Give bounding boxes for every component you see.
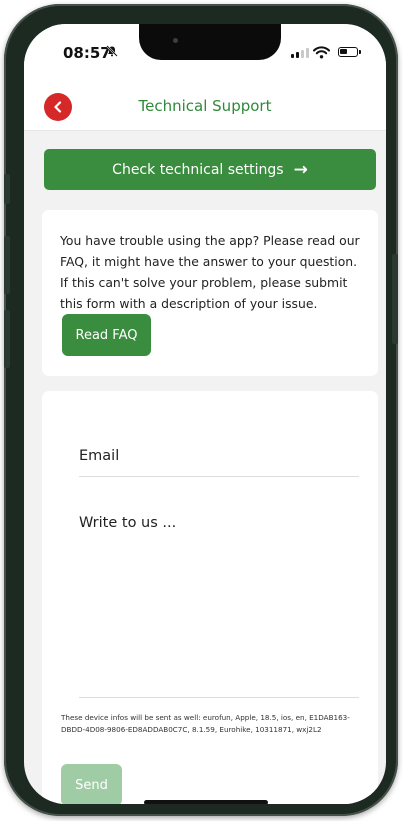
screen: 08:57 Technical Support Check technical … xyxy=(24,24,386,804)
arrow-right-icon: → xyxy=(293,159,308,180)
wifi-icon xyxy=(313,44,330,63)
home-indicator[interactable] xyxy=(144,800,268,804)
send-button[interactable]: Send xyxy=(61,764,122,804)
phone-frame: 08:57 Technical Support Check technical … xyxy=(4,4,398,816)
volume-up-button xyxy=(4,236,10,294)
signal-icon xyxy=(291,48,309,58)
volume-down-button xyxy=(4,310,10,368)
support-form: Email Write to us ... These device infos… xyxy=(42,391,378,804)
email-field[interactable]: Email xyxy=(79,442,359,477)
email-placeholder: Email xyxy=(79,448,120,464)
silent-switch xyxy=(4,174,10,204)
message-field[interactable]: Write to us ... xyxy=(79,503,359,698)
settings-button-label: Check technical settings xyxy=(112,161,284,178)
device-info-text: These device infos will be sent as well:… xyxy=(61,713,350,734)
power-button xyxy=(392,254,398,344)
battery-icon xyxy=(338,47,361,57)
app-header: Technical Support xyxy=(24,82,386,131)
read-faq-button[interactable]: Read FAQ xyxy=(62,314,151,356)
faq-card: You have trouble using the app? Please r… xyxy=(42,210,378,376)
page-title: Technical Support xyxy=(138,97,272,115)
faq-description: You have trouble using the app? Please r… xyxy=(60,233,360,311)
notch xyxy=(139,24,281,60)
bell-slash-icon xyxy=(106,45,118,60)
message-placeholder: Write to us ... xyxy=(79,515,177,531)
status-time: 08:57 xyxy=(63,44,111,62)
check-technical-settings-button[interactable]: Check technical settings → xyxy=(44,149,376,190)
camera-dot xyxy=(173,38,178,43)
